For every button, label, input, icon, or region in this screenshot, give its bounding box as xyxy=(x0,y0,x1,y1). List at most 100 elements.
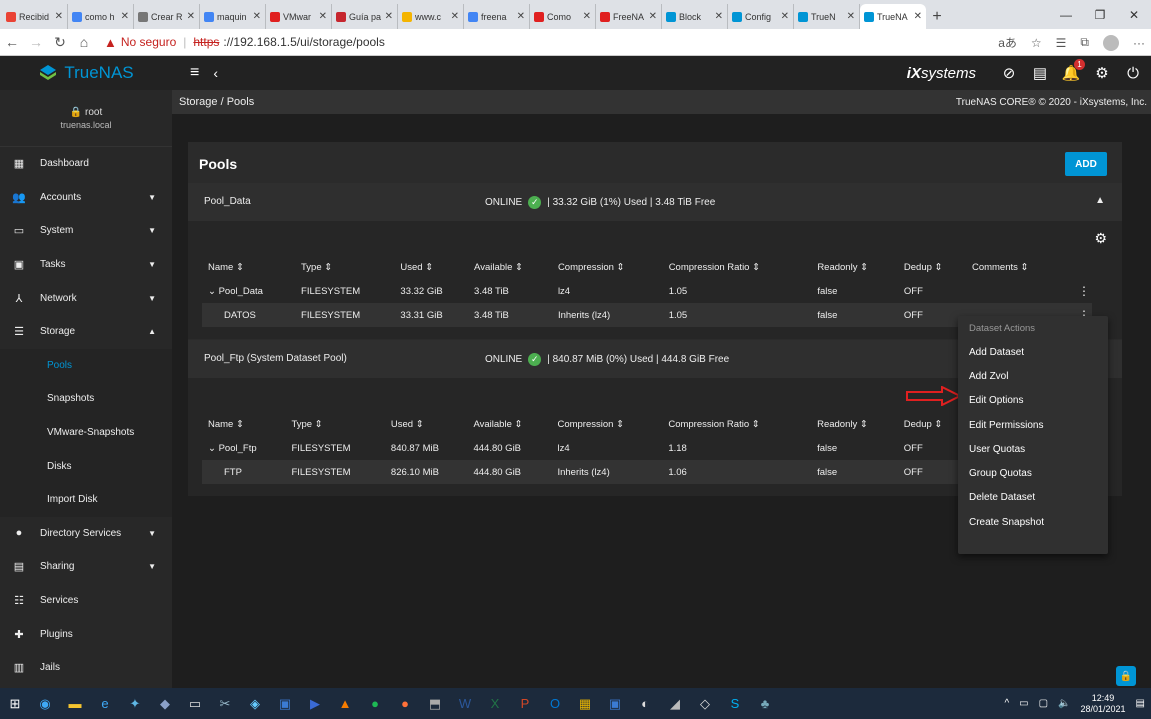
column-header[interactable]: Compression Ratio ⇕ xyxy=(662,412,811,436)
home-button[interactable]: ⌂ xyxy=(72,34,96,50)
browser-tab[interactable]: Block ✕ xyxy=(662,4,728,29)
sidebar-item-sharing[interactable]: ▤ Sharing ▼ xyxy=(0,550,172,584)
truecommand-icon[interactable]: ⊘ xyxy=(1001,65,1017,82)
column-header[interactable]: Dedup ⇕ xyxy=(898,255,966,279)
profile-avatar[interactable] xyxy=(1103,34,1119,51)
add-pool-button[interactable]: ADD xyxy=(1065,152,1107,176)
menu-item-delete-dataset[interactable]: Delete Dataset xyxy=(958,486,1108,510)
browser-tab[interactable]: Recibid ✕ xyxy=(2,4,68,29)
column-header[interactable]: Used ⇕ xyxy=(385,412,468,436)
back-button[interactable]: ← xyxy=(0,34,24,50)
terminal-icon[interactable]: ▭ xyxy=(183,692,207,716)
sidebar-subitem-snapshots[interactable]: Snapshots xyxy=(0,382,172,416)
sidebar-subitem-vmware-snapshots[interactable]: VMware-Snapshots xyxy=(0,415,172,450)
virtualbox-icon[interactable]: ▣ xyxy=(273,692,297,716)
network-tray-icon[interactable]: ▢ xyxy=(1039,698,1048,709)
clock[interactable]: 12:49 28/01/2021 xyxy=(1081,693,1126,715)
tab-close-icon[interactable]: ✕ xyxy=(649,11,657,22)
menu-item-user-quotas[interactable]: User Quotas xyxy=(958,437,1108,461)
column-header[interactable]: Used ⇕ xyxy=(394,255,468,279)
menu-item-edit-permissions[interactable]: Edit Permissions xyxy=(958,413,1108,437)
collections-icon[interactable]: ⧉ xyxy=(1080,35,1089,50)
spotify-icon[interactable]: ● xyxy=(363,692,387,716)
power-icon[interactable]: ⏻ xyxy=(1125,65,1141,82)
browser-tab[interactable]: maquin ✕ xyxy=(200,4,266,29)
reload-button[interactable]: ↻ xyxy=(48,34,72,51)
sidebar-item-storage[interactable]: ☰ Storage ▲ xyxy=(0,315,172,349)
tab-close-icon[interactable]: ✕ xyxy=(385,11,393,22)
edge-icon[interactable]: ◉ xyxy=(33,692,57,716)
url-field[interactable]: ▲ No seguro | https://192.168.1.5/ui/sto… xyxy=(104,35,385,50)
tab-close-icon[interactable]: ✕ xyxy=(583,11,591,22)
browser-tab[interactable]: freena ✕ xyxy=(464,4,530,29)
outlook-icon[interactable]: O xyxy=(543,692,567,716)
sidebar-subitem-import disk[interactable]: Import Disk xyxy=(0,482,172,517)
browser-tab[interactable]: VMwar ✕ xyxy=(266,4,332,29)
tray-chevron-icon[interactable]: ^ xyxy=(1004,698,1009,709)
powerpoint-icon[interactable]: P xyxy=(513,692,537,716)
menu-item-add-dataset[interactable]: Add Dataset xyxy=(958,340,1108,364)
notification-center-icon[interactable]: ▤ xyxy=(1136,698,1145,709)
sidebar-item-tasks[interactable]: ▣ Tasks ▼ xyxy=(0,248,172,282)
directory-services-monitor-icon[interactable]: ▤ xyxy=(1032,65,1048,82)
sidebar-subitem-disks[interactable]: Disks xyxy=(0,449,172,483)
tab-close-icon[interactable]: ✕ xyxy=(253,11,261,22)
menu-item-create-snapshot[interactable]: Create Snapshot xyxy=(958,510,1108,534)
more-menu-icon[interactable]: ··· xyxy=(1133,36,1145,50)
paint-icon[interactable]: ◈ xyxy=(243,692,267,716)
truenas-logo[interactable]: TrueNAS xyxy=(0,63,172,83)
table-settings-gear-icon[interactable]: ⚙ xyxy=(1094,230,1107,247)
windows-start-icon[interactable]: ⊞ xyxy=(3,692,27,716)
browser-tab[interactable]: FreeNA ✕ xyxy=(596,4,662,29)
collapse-chevron-icon[interactable]: ‹ xyxy=(213,65,218,81)
menu-toggle-icon[interactable]: ≡ xyxy=(190,64,199,82)
column-header[interactable]: Compression Ratio ⇕ xyxy=(663,255,812,279)
browser-tab[interactable]: Como ✕ xyxy=(530,4,596,29)
column-header[interactable]: Available ⇕ xyxy=(467,412,551,436)
column-header[interactable]: Dedup ⇕ xyxy=(898,412,966,436)
column-header[interactable]: Type ⇕ xyxy=(285,412,384,436)
app-icon[interactable]: ▣ xyxy=(603,692,627,716)
app-icon[interactable]: ◐ xyxy=(633,692,657,716)
app-icon[interactable]: ▦ xyxy=(573,692,597,716)
app-icon[interactable]: ♣ xyxy=(753,692,777,716)
snipping-icon[interactable]: ✂ xyxy=(213,692,237,716)
column-header[interactable]: Name ⇕ xyxy=(202,412,285,436)
column-header[interactable]: Compression ⇕ xyxy=(551,412,662,436)
browser-tab[interactable]: Guía pa ✕ xyxy=(332,4,398,29)
app-icon[interactable]: ✦ xyxy=(123,692,147,716)
lock-icon[interactable]: 🔒 xyxy=(1116,666,1136,686)
sidebar-item-network[interactable]: ⅄ Network ▼ xyxy=(0,281,172,315)
menu-item-edit-options[interactable]: Edit Options xyxy=(958,389,1108,413)
sidebar-item-plugins[interactable]: ✚ Plugins xyxy=(0,617,172,651)
maximize-button[interactable]: ❐ xyxy=(1083,0,1117,29)
row-actions-menu-icon[interactable]: ⋮ xyxy=(1061,279,1092,303)
browser-tab[interactable]: como h ✕ xyxy=(68,4,134,29)
notifications-icon[interactable]: 🔔 1 xyxy=(1062,59,1085,82)
tab-close-icon[interactable]: ✕ xyxy=(187,11,195,22)
minimize-button[interactable]: — xyxy=(1049,0,1083,29)
tab-close-icon[interactable]: ✕ xyxy=(914,11,922,22)
column-header[interactable]: Readonly ⇕ xyxy=(811,255,898,279)
ie-icon[interactable]: e xyxy=(93,692,117,716)
table-row[interactable]: ⌄ Pool_Data FILESYSTEM 33.32 GiB 3.48 TiB lz… xyxy=(202,279,1092,303)
sidebar-subitem-pools[interactable]: Pools xyxy=(0,348,172,383)
sidebar-item-accounts[interactable]: 👥 Accounts ▼ xyxy=(0,181,172,215)
browser-tab[interactable]: TrueNA ✕ xyxy=(860,4,926,29)
vlc-icon[interactable]: ▲ xyxy=(333,692,357,716)
powershell-icon[interactable]: ▶ xyxy=(303,692,327,716)
column-header[interactable]: Comments ⇕ xyxy=(966,255,1061,279)
pool-header[interactable]: Pool_Data ONLINE ✓ | 33.32 GiB (1%) Used | … xyxy=(188,183,1122,221)
tab-close-icon[interactable]: ✕ xyxy=(715,11,723,22)
tab-close-icon[interactable]: ✕ xyxy=(451,11,459,22)
sidebar-item-system[interactable]: ▭ System ▼ xyxy=(0,214,172,248)
column-header[interactable]: Compression ⇕ xyxy=(552,255,663,279)
sidebar-item-services[interactable]: ☷ Services xyxy=(0,584,172,618)
tab-close-icon[interactable]: ✕ xyxy=(319,11,327,22)
new-tab-button[interactable]: + xyxy=(926,4,948,29)
sidebar-item-dashboard[interactable]: ▦ Dashboard xyxy=(0,147,172,181)
forward-button[interactable]: → xyxy=(24,34,48,50)
volume-icon[interactable]: 🔈 xyxy=(1058,698,1070,709)
menu-item-add-zvol[interactable]: Add Zvol xyxy=(958,364,1108,388)
app-icon[interactable]: ◢ xyxy=(663,692,687,716)
